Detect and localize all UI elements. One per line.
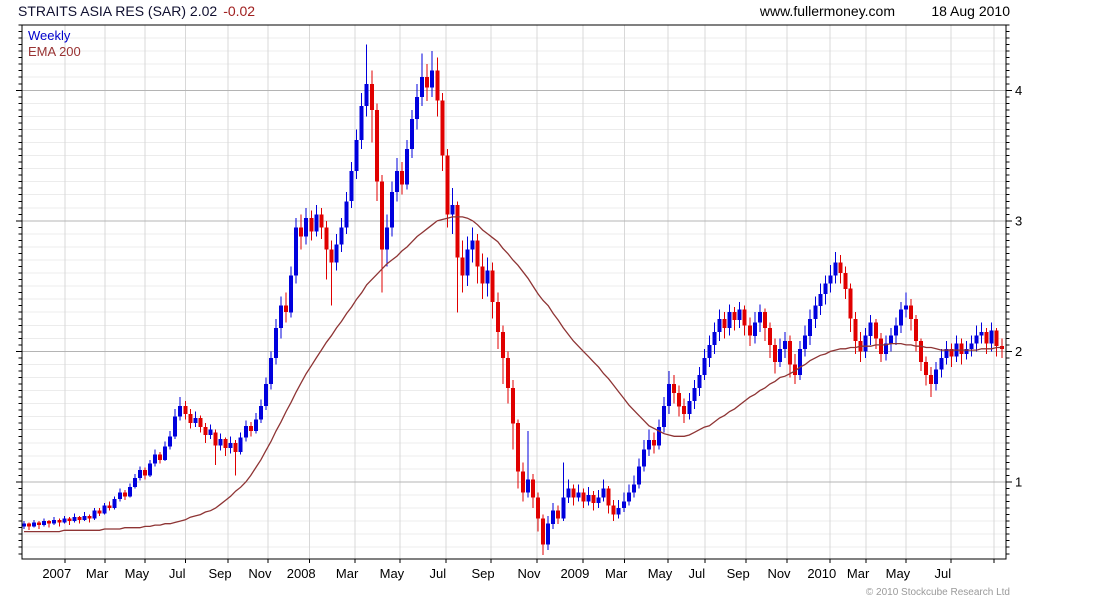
x-tick-label: Mar (605, 566, 628, 581)
y-axis-labels: 4 3 2 1 (1015, 83, 1022, 490)
y-tick-label: 2 (1015, 344, 1022, 359)
x-tick-label: Nov (248, 566, 272, 581)
x-tick-label: Mar (336, 566, 359, 581)
minor-gridlines (22, 24, 1006, 548)
x-tick-label: Jul (429, 566, 446, 581)
x-axis-labels: 2007 Mar May Jul Sep Nov 2008 Mar May Jul Sep Nov 20… (42, 566, 951, 581)
x-tick-label: 2007 (42, 566, 71, 581)
chart-window: STRAITS ASIA RES (SAR) 2.02 -0.02 www.ful… (0, 0, 1100, 600)
x-tick-label: Nov (767, 566, 791, 581)
x-tick-label: May (125, 566, 150, 581)
y-tick-label: 3 (1015, 213, 1022, 228)
x-tick-label: Nov (517, 566, 541, 581)
x-tick-label: 2010 (807, 566, 836, 581)
x-tick-label: Sep (727, 566, 750, 581)
x-tick-label: May (648, 566, 673, 581)
x-tick-label: Mar (86, 566, 109, 581)
x-tick-label: May (380, 566, 405, 581)
x-tick-label: 2009 (560, 566, 589, 581)
x-tick-label: Sep (209, 566, 232, 581)
copyright-notice: © 2010 Stockcube Research Ltd (865, 587, 1010, 598)
x-tick-label: 2008 (287, 566, 316, 581)
legend-ema-200: EMA 200 (28, 44, 81, 59)
x-tick-label: Jul (169, 566, 186, 581)
x-tick-label: May (886, 566, 911, 581)
price-chart: 4 3 2 1 2007 Mar May Jul Sep Nov 2008 Mar May Jul Sep… (16, 24, 1022, 581)
x-tick-label: Sep (472, 566, 495, 581)
y-tick-label: 4 (1015, 83, 1022, 98)
plot-border (21, 24, 1007, 560)
vertical-gridlines (64, 25, 995, 559)
x-tick-label: Jul (688, 566, 705, 581)
x-tick-label: Jul (934, 566, 951, 581)
candlestick-series (22, 44, 1004, 556)
ema-200-line (24, 216, 1002, 533)
y-tick-label: 1 (1015, 474, 1022, 489)
x-tick-label: Mar (847, 566, 870, 581)
legend-timeframe: Weekly (28, 28, 71, 43)
